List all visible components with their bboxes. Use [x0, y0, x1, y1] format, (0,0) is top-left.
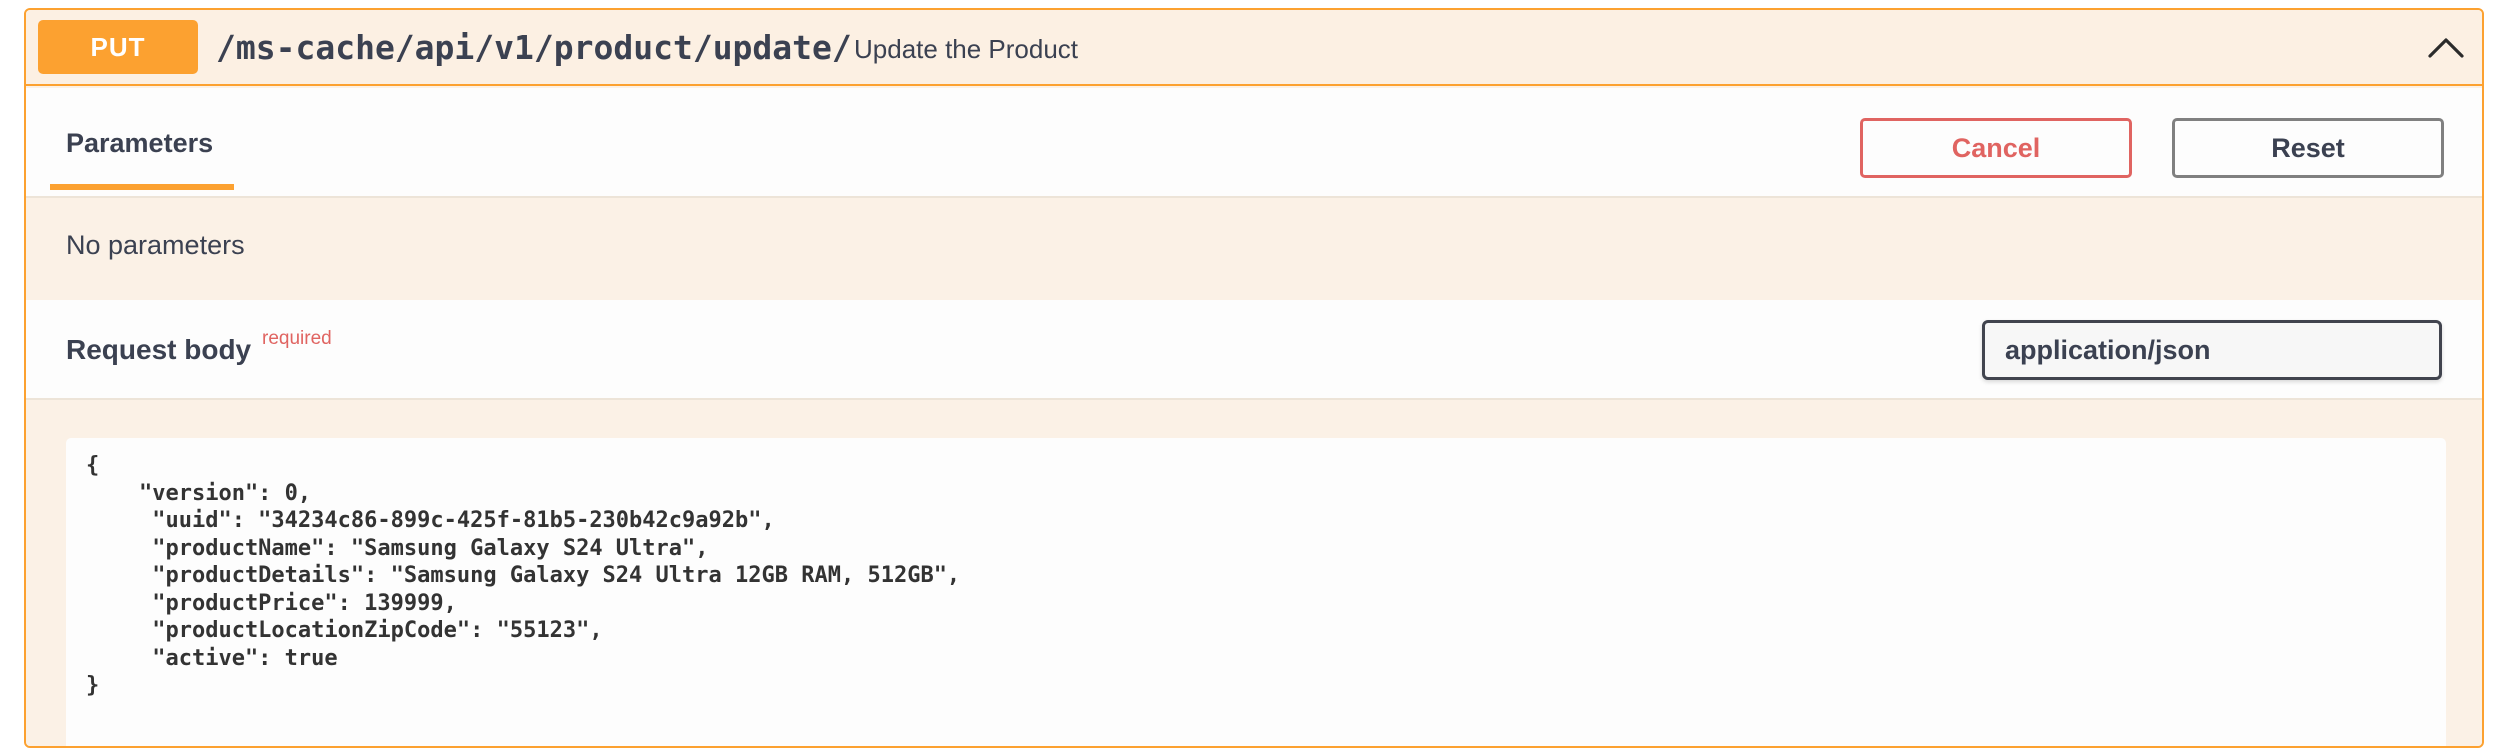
endpoint-description: Update the Product: [854, 34, 1079, 64]
endpoint-path: /ms-cache/api/v1/product/update/: [216, 28, 852, 67]
content-type-select[interactable]: application/json: [1982, 320, 2442, 380]
required-marker: required: [262, 328, 332, 349]
request-body-section: { "version": 0, "uuid": "34234c86-899c-4…: [26, 400, 2482, 746]
request-body-header: Request body required application/json: [26, 300, 2482, 400]
tab-header: Parameters Cancel Reset: [26, 88, 2482, 198]
parameters-section: No parameters: [26, 198, 2482, 300]
tab-parameters[interactable]: Parameters: [66, 128, 213, 159]
cancel-button[interactable]: Cancel: [1860, 118, 2132, 178]
reset-button[interactable]: Reset: [2172, 118, 2444, 178]
request-body-title: Request body: [66, 334, 252, 365]
tab-active-indicator: [50, 184, 234, 190]
operation-block-put: PUT /ms-cache/api/v1/product/update/ Upd…: [24, 8, 2484, 748]
no-parameters-text: No parameters: [66, 230, 245, 260]
method-badge: PUT: [38, 20, 198, 74]
operation-summary[interactable]: PUT /ms-cache/api/v1/product/update/ Upd…: [26, 10, 2482, 86]
request-body-editor[interactable]: { "version": 0, "uuid": "34234c86-899c-4…: [66, 438, 2446, 746]
chevron-up-icon[interactable]: [2426, 28, 2466, 68]
